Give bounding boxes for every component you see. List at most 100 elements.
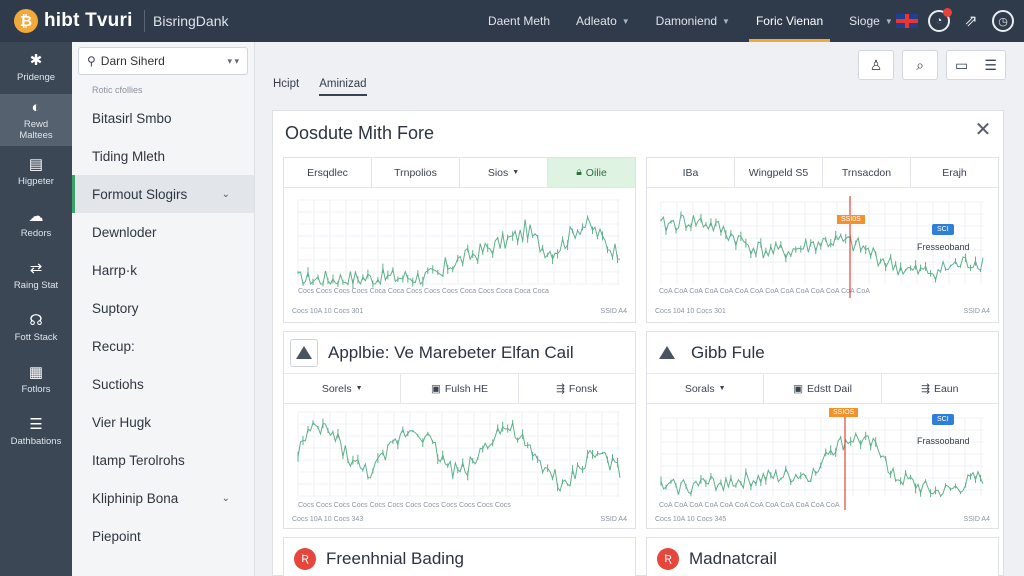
menu-item-0[interactable]: Bitasirl Smbo [72,99,254,137]
chart-card-2: IBa Wingpeld S5 Trnsacdon Erajh SSI0S SC… [646,157,999,323]
search-icon: ⚲ [87,54,96,68]
rail-item-2[interactable]: ▤ Higpeter [0,146,72,198]
card1-tab-3[interactable]: 🔒︎ Oilie [548,158,635,187]
rail-item-7[interactable]: ☰ Dathbations [0,406,72,458]
brand[interactable]: ₿ hibt Tvuri [0,9,140,33]
card5-title: Freenhnial Bading [326,549,464,568]
tab-aminizad[interactable]: Aminizad [319,78,367,96]
menu-item-label: Kliphinip Bona [92,490,179,506]
search-button[interactable]: ⌕ [902,50,938,80]
top-nav: Daent Meth Adleato ▼ Damoniend ▼ Foric Vie… [475,0,906,42]
card4-annotation: Frassooband [917,436,970,446]
card1-ticks: Cocs Cocs Cocs Cocs Coca Coca Cocs Cocs … [298,288,549,295]
export-button[interactable]: ▭ ☰ [946,50,1006,80]
card3-ticks: Cocs Cocs Cocs Cocs Cocs Cocs Cocs Cocs … [298,502,511,509]
rail-item-1[interactable]: ◐ Rewd Maltees [0,94,72,146]
card2-marker-orange: SSI0S [837,215,865,224]
headset-icon: ☊ [29,312,43,329]
card4-marker-orange: SSIOS [829,408,859,417]
topnav-item-1[interactable]: Adleato ▼ [563,0,643,42]
card3-chart-svg [297,411,621,497]
menu-item-8[interactable]: Vier Hugk [72,403,254,441]
lock-icon: 🔒︎ [576,166,582,178]
top-divider [144,10,145,32]
chart-card-1: Ersqdlec Trnpolios Sios ▼ 🔒︎ Oilie Cocs Co… [283,157,636,323]
card2-tab-1[interactable]: Wingpeld S5 [735,158,823,187]
card2-footer-right: SSID A4 [963,308,990,315]
grid-icon: ▦ [28,364,44,381]
card4-subtab-1[interactable]: ▣ Edstt Dail [764,374,882,403]
close-icon[interactable]: ✕ [971,119,995,143]
toolbar: ♙ ⌕ ▭ ☰ [858,50,1006,80]
caret-down-icon: ▼ [722,16,730,26]
card4-subtab-0[interactable]: Sorals ▼ [647,374,765,403]
coin-icon: ◐ [31,98,41,116]
card1-tab-1[interactable]: Trnpolios [372,158,460,187]
alert-icon: Ʀ [294,548,316,570]
card2-tab-3[interactable]: Erajh [911,158,998,187]
card1-tab-0[interactable]: Ersqdlec [284,158,372,187]
menu-item-11[interactable]: Piepoint [72,517,254,555]
menu-item-6[interactable]: Recup: [72,327,254,365]
icon-rail: ✱ Pridenge ◐ Rewd Maltees ▤ Higpeter ☁ Redor… [0,42,72,576]
card3-subtab-0[interactable]: Sorels ▼ [284,374,402,403]
card2-tab-2[interactable]: Trnsacdon [823,158,911,187]
stack-icon: ☰ [29,416,43,433]
menu-item-label: Itamp Terolrohs [92,452,185,468]
uk-flag-icon[interactable] [896,14,918,28]
rail-item-4[interactable]: ⇄ Raing Stat [0,250,72,302]
topnav-item-0[interactable]: Daent Meth [475,0,563,42]
menu-item-3[interactable]: Dewnloder [72,213,254,251]
rail-item-5[interactable]: ☊ Fott Stack [0,302,72,354]
user-switch-icon[interactable]: ⇗ [960,11,982,31]
panel-title: Oosdute Mith Fore [285,123,435,143]
topnav-item-2[interactable]: Damoniend ▼ [643,0,743,42]
menu-item-label: Bitasirl Smbo [92,110,172,126]
card3-subtabs: Sorels ▼ ▣ Fulsh HE ⇶ Fonsk [284,374,635,404]
card3-subtab-1[interactable]: ▣ Fulsh HE [401,374,519,403]
menu-item-5[interactable]: Suptory [72,289,254,327]
card2-tab-0[interactable]: IBa [647,158,735,187]
card5-header: Ʀ Freenhnial Bading [284,538,635,576]
card2-marker-blue: SCI [932,224,954,235]
card2-tabs: IBa Wingpeld S5 Trnsacdon Erajh [647,158,998,188]
filter-icon: ☰ [984,56,997,73]
menu-item-label: Dewnloder [92,224,157,240]
rail-item-3[interactable]: ☁ Redors [0,198,72,250]
topnav-item-3[interactable]: Foric Vienan [743,0,836,42]
rail-item-6[interactable]: ▦ Fotlors [0,354,72,406]
menu-search-select[interactable]: ⚲ Darn Siherd ▾ ▾ [78,47,248,75]
card3-subtab-2[interactable]: ⇶ Fonsk [519,374,635,403]
warning-triangle-icon [653,339,681,367]
notification-icon[interactable]: ◔ [928,8,952,32]
menu-item-9[interactable]: Itamp Terolrohs [72,441,254,479]
menu-item-2[interactable]: Formout Slogirs ⌄ [72,175,254,213]
card1-tab-2[interactable]: Sios ▼ [460,158,548,187]
user-button[interactable]: ♙ [858,50,894,80]
top-icons: ◔ ⇗ ◷ [896,0,1014,42]
menu-caption: Rotic cfollies [92,85,143,95]
menu-item-4[interactable]: Harrp·k [72,251,254,289]
menu-item-10[interactable]: Kliphinip Bona ⌄ [72,479,254,517]
share-icon: ⇶ [556,382,565,395]
clock-icon[interactable]: ◷ [992,10,1014,32]
tab-hcipt[interactable]: Hcipt [273,78,299,96]
notification-badge [943,8,952,17]
card4-ticks: CoA CoA CoA CoA CoA CoA CoA CoA CoA CoA … [659,502,840,509]
chart-card-4: Gibb Fule Sorals ▼ ▣ Edstt Dail ⇶ Eaun SSIO… [646,331,999,529]
rail-item-0[interactable]: ✱ Pridenge [0,42,72,94]
card4-title: Gibb Fule [691,342,765,362]
card6-title: Madnatcrail [689,549,777,568]
caret-down-icon: ▼ [355,385,363,392]
card4-subtab-2[interactable]: ⇶ Eaun [882,374,998,403]
card4-footer-left: Cocs 10A 10 Cocs 345 [655,516,727,523]
chart-card-5: Ʀ Freenhnial Bading [283,537,636,576]
menu-item-label: Suptory [92,300,139,316]
menu-item-7[interactable]: Suctiohs [72,365,254,403]
dialog-panel: Oosdute Mith Fore ✕ Ersqdlec Trnpolios S… [272,110,1004,576]
document-icon: ▭ [955,56,969,73]
menu-item-1[interactable]: Tiding Mleth [72,137,254,175]
chevron-down-icon: ▾ ▾ [227,55,239,66]
card3-footer-right: SSID A4 [600,516,627,523]
card3-footer-left: Cocs 10A 10 Cocs 343 [292,516,364,523]
